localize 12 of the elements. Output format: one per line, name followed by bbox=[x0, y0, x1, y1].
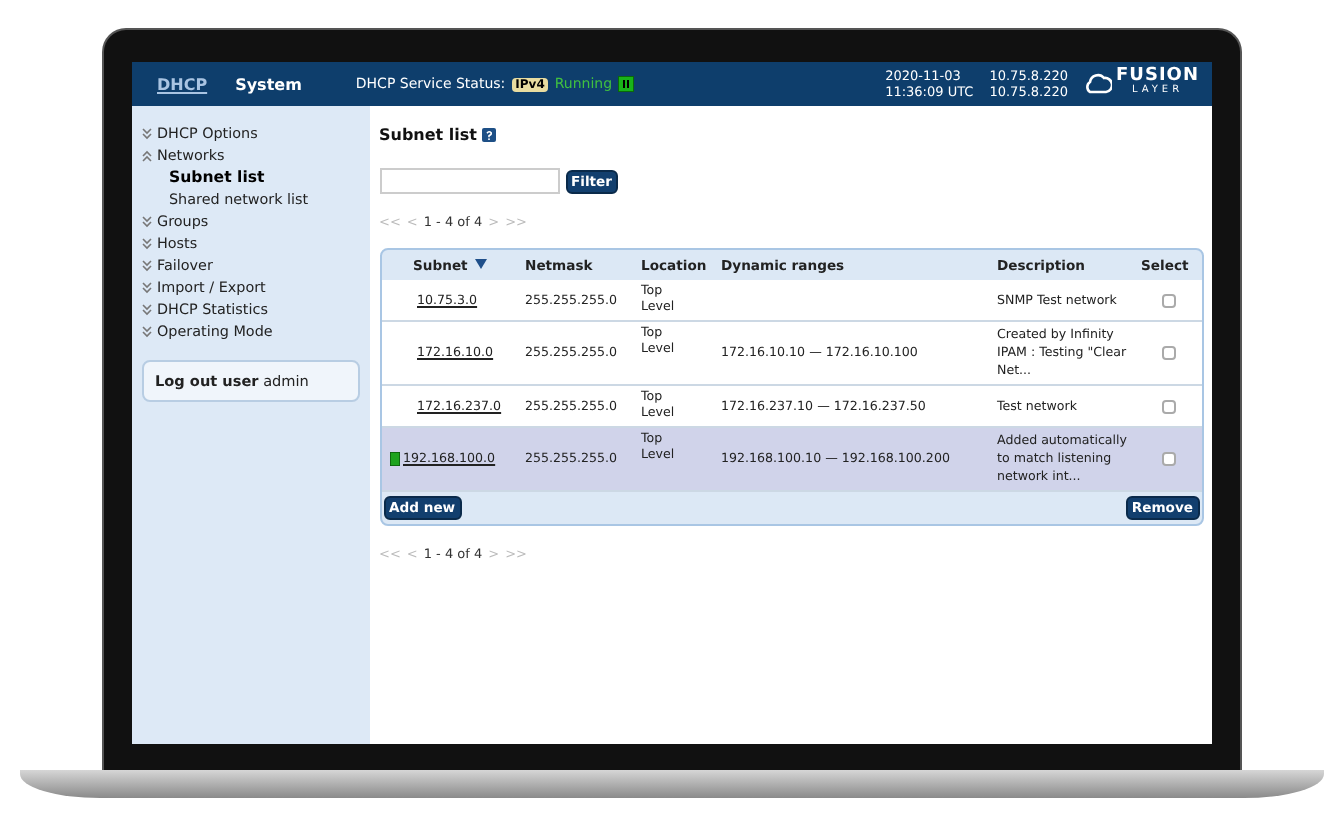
row-checkbox[interactable] bbox=[1162, 399, 1176, 413]
help-icon bbox=[482, 128, 497, 142]
cloud-logo-icon bbox=[1084, 72, 1113, 96]
status-icon bbox=[618, 76, 635, 92]
filter-field[interactable] bbox=[379, 168, 559, 194]
logo-text: FUSION bbox=[1116, 70, 1199, 84]
row-checkbox[interactable] bbox=[1162, 346, 1176, 360]
row-checkbox[interactable] bbox=[1162, 452, 1176, 466]
header-tab[interactable]: DHCP bbox=[143, 69, 222, 99]
header-tab[interactable]: System bbox=[221, 69, 316, 99]
row-checkbox[interactable] bbox=[1162, 293, 1176, 307]
page-title: Subnet list bbox=[379, 126, 477, 144]
